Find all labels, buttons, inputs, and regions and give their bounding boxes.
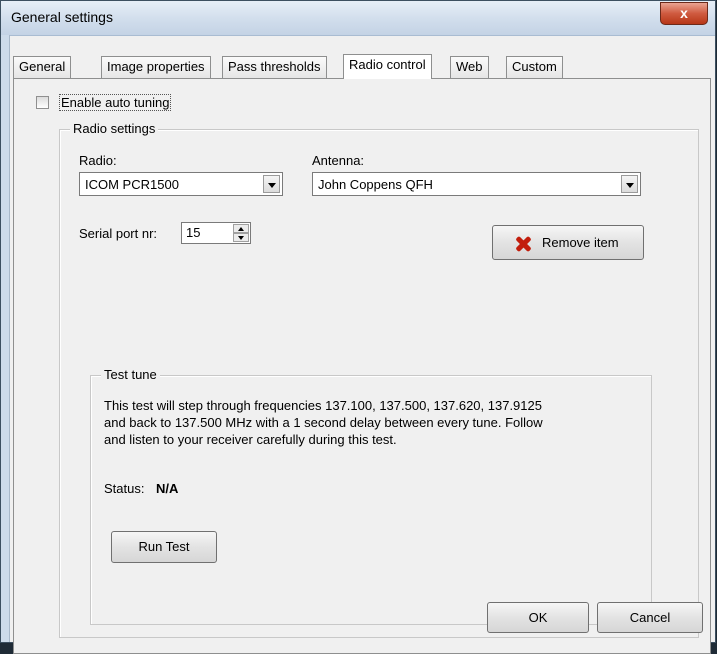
dialog-client-area: General Image properties Pass thresholds… — [10, 36, 711, 654]
antenna-select-value: John Coppens QFH — [318, 177, 433, 192]
serial-port-stepper[interactable]: 15 — [181, 222, 251, 244]
enable-auto-tuning-checkbox[interactable] — [36, 96, 49, 109]
antenna-select[interactable]: John Coppens QFH — [312, 172, 641, 196]
stepper-down-icon[interactable] — [233, 233, 249, 242]
tab-label: Radio control — [349, 57, 426, 72]
tab-custom[interactable]: Custom — [506, 56, 563, 78]
tab-label: Image properties — [107, 59, 205, 74]
remove-item-button[interactable]: Remove item — [492, 225, 644, 260]
title-bar[interactable]: General settings x — [1, 1, 715, 36]
window-frame-left — [1, 35, 10, 642]
cancel-button[interactable]: Cancel — [597, 602, 703, 633]
serial-port-label: Serial port nr: — [79, 226, 158, 241]
tab-label: Pass thresholds — [228, 59, 321, 74]
antenna-label: Antenna: — [312, 153, 365, 168]
tab-radio-control[interactable]: Radio control — [343, 54, 432, 79]
tab-general[interactable]: General — [13, 56, 72, 78]
tab-label: Web — [456, 59, 483, 74]
radio-control-page: Enable auto tuning Radio settings Radio:… — [13, 78, 711, 654]
stepper-buttons — [233, 224, 249, 242]
test-tune-group: Test tune This test will step through fr… — [90, 367, 652, 625]
tab-strip: General Image properties Pass thresholds… — [10, 54, 709, 79]
run-test-button[interactable]: Run Test — [111, 531, 217, 563]
close-button[interactable]: x — [660, 2, 708, 25]
ok-label: OK — [528, 610, 548, 625]
ok-button[interactable]: OK — [487, 602, 589, 633]
stepper-up-icon[interactable] — [233, 224, 249, 233]
tab-label: General — [19, 59, 66, 74]
tab-pass-thresholds[interactable]: Pass thresholds — [222, 56, 327, 78]
tab-web[interactable]: Web — [450, 56, 489, 78]
chevron-down-icon[interactable] — [621, 175, 638, 193]
radio-settings-group: Radio settings Radio: ICOM PCR1500 Anten… — [59, 121, 699, 638]
status-label: Status: — [104, 481, 145, 496]
radio-select[interactable]: ICOM PCR1500 — [79, 172, 283, 196]
remove-item-label: Remove item — [542, 235, 619, 250]
test-tune-description: This test will step through frequencies … — [104, 397, 543, 448]
close-icon: x — [680, 5, 688, 21]
status-value: N/A — [156, 481, 179, 496]
serial-port-value: 15 — [186, 225, 201, 240]
radio-label: Radio: — [79, 153, 117, 168]
radio-settings-title: Radio settings — [70, 121, 159, 136]
description-line: and listen to your receiver carefully du… — [104, 432, 397, 447]
tab-label: Custom — [512, 59, 557, 74]
enable-auto-tuning-label[interactable]: Enable auto tuning — [59, 94, 172, 111]
window-title: General settings — [11, 9, 113, 25]
radio-select-value: ICOM PCR1500 — [85, 177, 179, 192]
run-test-label: Run Test — [138, 539, 190, 554]
description-line: and back to 137.500 MHz with a 1 second … — [104, 415, 543, 430]
cancel-label: Cancel — [629, 610, 671, 625]
settings-dialog: General settings x General Image propert… — [0, 0, 716, 654]
test-tune-title: Test tune — [101, 367, 160, 382]
tab-image-properties[interactable]: Image properties — [101, 56, 211, 78]
red-x-icon — [515, 236, 531, 252]
chevron-down-icon[interactable] — [263, 175, 280, 193]
description-line: This test will step through frequencies … — [104, 398, 542, 413]
